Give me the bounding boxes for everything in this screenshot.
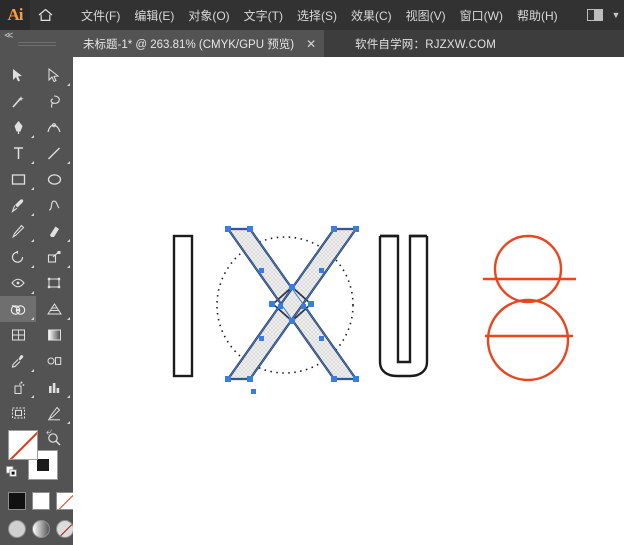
arrange-documents-icon[interactable] [582,0,608,30]
blend-tool[interactable] [36,348,72,374]
tool-group-indicator [67,395,70,398]
tool-list [0,62,73,452]
home-icon[interactable] [30,0,60,30]
app-logo: Ai [0,0,30,30]
tool-group-indicator [67,83,70,86]
gradient-mode-button[interactable] [32,520,50,538]
tools-drag-handle[interactable] [18,42,56,48]
tool-group-indicator [67,421,70,424]
rotate-tool[interactable] [0,244,36,270]
color-swatch-none[interactable] [56,492,74,510]
eyedropper-tool[interactable] [0,348,36,374]
tool-group-indicator [67,161,70,164]
chevron-down-icon[interactable]: ▼ [608,0,624,30]
tool-group-indicator [31,291,34,294]
pencil-tool[interactable] [0,218,36,244]
menu-effect[interactable]: 效果(C) [344,3,399,28]
tool-group-indicator [31,395,34,398]
tool-group-indicator [67,265,70,268]
menu-edit[interactable]: 编辑(E) [127,3,181,28]
tool-group-indicator [31,213,34,216]
eraser-tool[interactable] [36,218,72,244]
direct-selection-tool[interactable] [36,62,72,88]
slice-tool[interactable] [36,400,72,426]
menu-bar: Ai 文件(F) 编辑(E) 对象(O) 文字(T) 选择(S) 效果(C) 视… [0,0,624,30]
column-graph-tool[interactable] [36,374,72,400]
artboard-tool[interactable] [0,400,36,426]
tab-document-active[interactable]: 未标题-1* @ 263.81% (CMYK/GPU 预览) ✕ [73,30,325,57]
selection-tool[interactable] [0,62,36,88]
pen-tool[interactable] [0,114,36,140]
menu-view[interactable]: 视图(V) [399,3,453,28]
stroke-color-inner [37,459,49,471]
tool-group-indicator [31,239,34,242]
fill-stroke-controls: ⤶ [6,426,62,480]
menu-help[interactable]: 帮助(H) [510,3,565,28]
document-canvas[interactable] [73,57,624,545]
letter-I[interactable] [172,234,194,378]
color-swatch-white[interactable] [32,492,50,510]
tool-group-indicator [31,265,34,268]
swap-fill-stroke-icon[interactable]: ⤶ [46,426,52,439]
tool-group-indicator [67,239,70,242]
perspective-grid-tool[interactable] [36,296,72,322]
menu-select[interactable]: 选择(S) [290,3,344,28]
close-icon[interactable]: ✕ [306,37,316,51]
menu-window[interactable]: 窗口(W) [453,3,510,28]
menu-object[interactable]: 对象(O) [181,3,236,28]
menu-type[interactable]: 文字(T) [237,3,290,28]
tab-bar: 未标题-1* @ 263.81% (CMYK/GPU 预览) ✕ 软件自学网：R… [0,30,624,57]
tool-group-indicator [31,135,34,138]
fill-color-swatch[interactable] [8,430,38,460]
shaper-tool[interactable] [36,192,72,218]
letter-X[interactable] [225,227,359,381]
curvature-tool[interactable] [36,114,72,140]
tool-group-indicator [67,317,70,320]
default-fill-stroke-icon[interactable] [6,464,17,477]
scale-tool[interactable] [36,244,72,270]
type-tool[interactable] [0,140,36,166]
menu-file[interactable]: 文件(F) [74,3,127,28]
rectangle-tool[interactable] [0,166,36,192]
lasso-tool[interactable] [36,88,72,114]
mode-row [8,520,74,538]
letters-artwork[interactable] [73,57,624,545]
menubar-right-group: ▼ [582,0,624,30]
line-segment-tool[interactable] [36,140,72,166]
shape-builder-tool[interactable] [0,296,36,322]
letter-8[interactable] [483,234,576,382]
width-tool[interactable] [0,270,36,296]
tool-group-indicator [31,187,34,190]
tools-collapse-button[interactable]: ≪ [0,30,73,40]
ellipse-tool[interactable] [36,166,72,192]
symbol-sprayer-tool[interactable] [0,374,36,400]
swatch-row [8,492,74,510]
letter-U[interactable] [378,234,429,378]
tool-group-indicator [31,369,34,372]
gradient-tool[interactable] [36,322,72,348]
tool-group-indicator [31,161,34,164]
tools-panel: ≪ ⤶ [0,30,74,545]
free-transform-tool[interactable] [36,270,72,296]
mesh-tool[interactable] [0,322,36,348]
color-mode-button[interactable] [8,520,26,538]
tab-title: 未标题-1* @ 263.81% (CMYK/GPU 预览) [83,38,295,51]
promo-label: 软件自学网：RJZXW.COM [347,30,504,57]
color-swatch-black[interactable] [8,492,26,510]
tool-group-indicator [31,317,34,320]
none-mode-button[interactable] [56,520,74,538]
illustrator-window: Ai 文件(F) 编辑(E) 对象(O) 文字(T) 选择(S) 效果(C) 视… [0,0,624,545]
menu-items: 文件(F) 编辑(E) 对象(O) 文字(T) 选择(S) 效果(C) 视图(V… [74,3,565,28]
paintbrush-tool[interactable] [0,192,36,218]
magic-wand-tool[interactable] [0,88,36,114]
fill-none-slash-icon [9,431,37,459]
